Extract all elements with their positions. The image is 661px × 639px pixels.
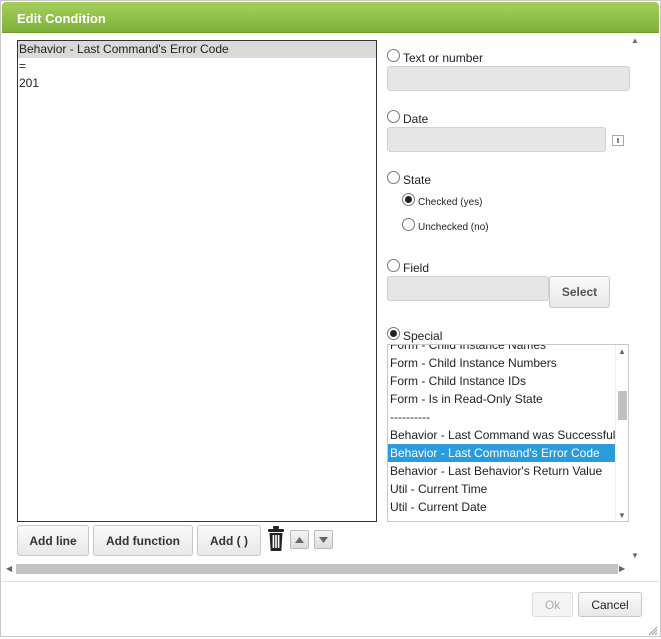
scroll-up-icon[interactable]: ▲: [631, 37, 639, 45]
unchecked-no-label: Unchecked (no): [418, 222, 489, 233]
date-input[interactable]: [387, 127, 606, 152]
checked-yes-label: Checked (yes): [418, 197, 483, 208]
dialog-title: Edit Condition: [17, 11, 106, 26]
scroll-up-icon[interactable]: ▲: [618, 348, 626, 356]
list-item[interactable]: Form - Child Instance Numbers: [388, 354, 617, 372]
trash-icon[interactable]: [265, 526, 287, 552]
special-radio[interactable]: [387, 327, 400, 340]
list-item[interactable]: Form - Child Instance IDs: [388, 372, 617, 390]
text-or-number-input[interactable]: [387, 66, 630, 91]
special-label: Special: [403, 329, 443, 343]
list-item-selected[interactable]: Behavior - Last Command's Error Code: [388, 444, 617, 462]
add-function-button[interactable]: Add function: [93, 525, 193, 556]
add-line-button[interactable]: Add line: [17, 525, 89, 556]
scroll-down-icon[interactable]: ▼: [631, 552, 639, 560]
expression-editor[interactable]: Behavior - Last Command's Error Code = 2…: [17, 40, 377, 522]
list-item[interactable]: Util - Current Time: [388, 480, 617, 498]
listbox-scroll-thumb[interactable]: [618, 391, 627, 420]
dialog-horizontal-scrollbar[interactable]: ◀ ▶: [5, 563, 629, 575]
text-or-number-radio[interactable]: [387, 49, 400, 62]
checked-yes-radio[interactable]: [402, 193, 415, 206]
scroll-left-icon[interactable]: ◀: [6, 565, 12, 573]
field-radio[interactable]: [387, 259, 400, 272]
title-bar[interactable]: Edit Condition: [2, 2, 659, 33]
caret-up-icon: [295, 536, 304, 543]
special-listbox[interactable]: Form - Child Instance Names Form - Child…: [387, 344, 629, 522]
unchecked-no-radio[interactable]: [402, 218, 415, 231]
list-item[interactable]: ----------: [388, 408, 617, 426]
select-field-button[interactable]: Select: [549, 276, 610, 308]
listbox-scrollbar[interactable]: ▲ ▼: [615, 345, 628, 521]
date-radio[interactable]: [387, 110, 400, 123]
add-parens-button[interactable]: Add ( ): [197, 525, 261, 556]
list-item[interactable]: Behavior - Last Behavior's Return Value: [388, 462, 617, 480]
state-radio[interactable]: [387, 171, 400, 184]
text-or-number-label: Text or number: [403, 51, 484, 65]
footer-divider: [2, 581, 659, 582]
special-list-items: Form - Child Instance Names Form - Child…: [388, 345, 617, 516]
list-item[interactable]: Util - Current Date: [388, 498, 617, 516]
move-up-button[interactable]: [290, 530, 309, 549]
state-label: State: [403, 173, 432, 187]
expression-line[interactable]: =: [18, 58, 376, 75]
cancel-button[interactable]: Cancel: [578, 592, 642, 617]
list-item[interactable]: Form - Is in Read-Only State: [388, 390, 617, 408]
list-item[interactable]: Form - Child Instance Names: [388, 345, 617, 354]
resize-grip-icon[interactable]: [648, 625, 658, 636]
field-label: Field: [403, 261, 430, 275]
move-down-button[interactable]: [314, 530, 333, 549]
scroll-down-icon[interactable]: ▼: [618, 512, 626, 520]
ok-button[interactable]: Ok: [532, 592, 573, 617]
expression-line[interactable]: 201: [18, 75, 376, 92]
field-input[interactable]: [387, 276, 549, 301]
date-label: Date: [403, 112, 429, 126]
dialog-vertical-scrollbar[interactable]: ▲ ▼: [629, 34, 642, 562]
edit-condition-dialog: Edit Condition Behavior - Last Command's…: [0, 0, 661, 637]
calendar-icon[interactable]: [612, 135, 624, 146]
expression-line[interactable]: Behavior - Last Command's Error Code: [18, 41, 376, 58]
list-item[interactable]: Behavior - Last Command was Successful: [388, 426, 617, 444]
horizontal-scroll-thumb[interactable]: [16, 564, 618, 574]
scroll-right-icon[interactable]: ▶: [619, 565, 625, 573]
caret-down-icon: [319, 536, 328, 543]
